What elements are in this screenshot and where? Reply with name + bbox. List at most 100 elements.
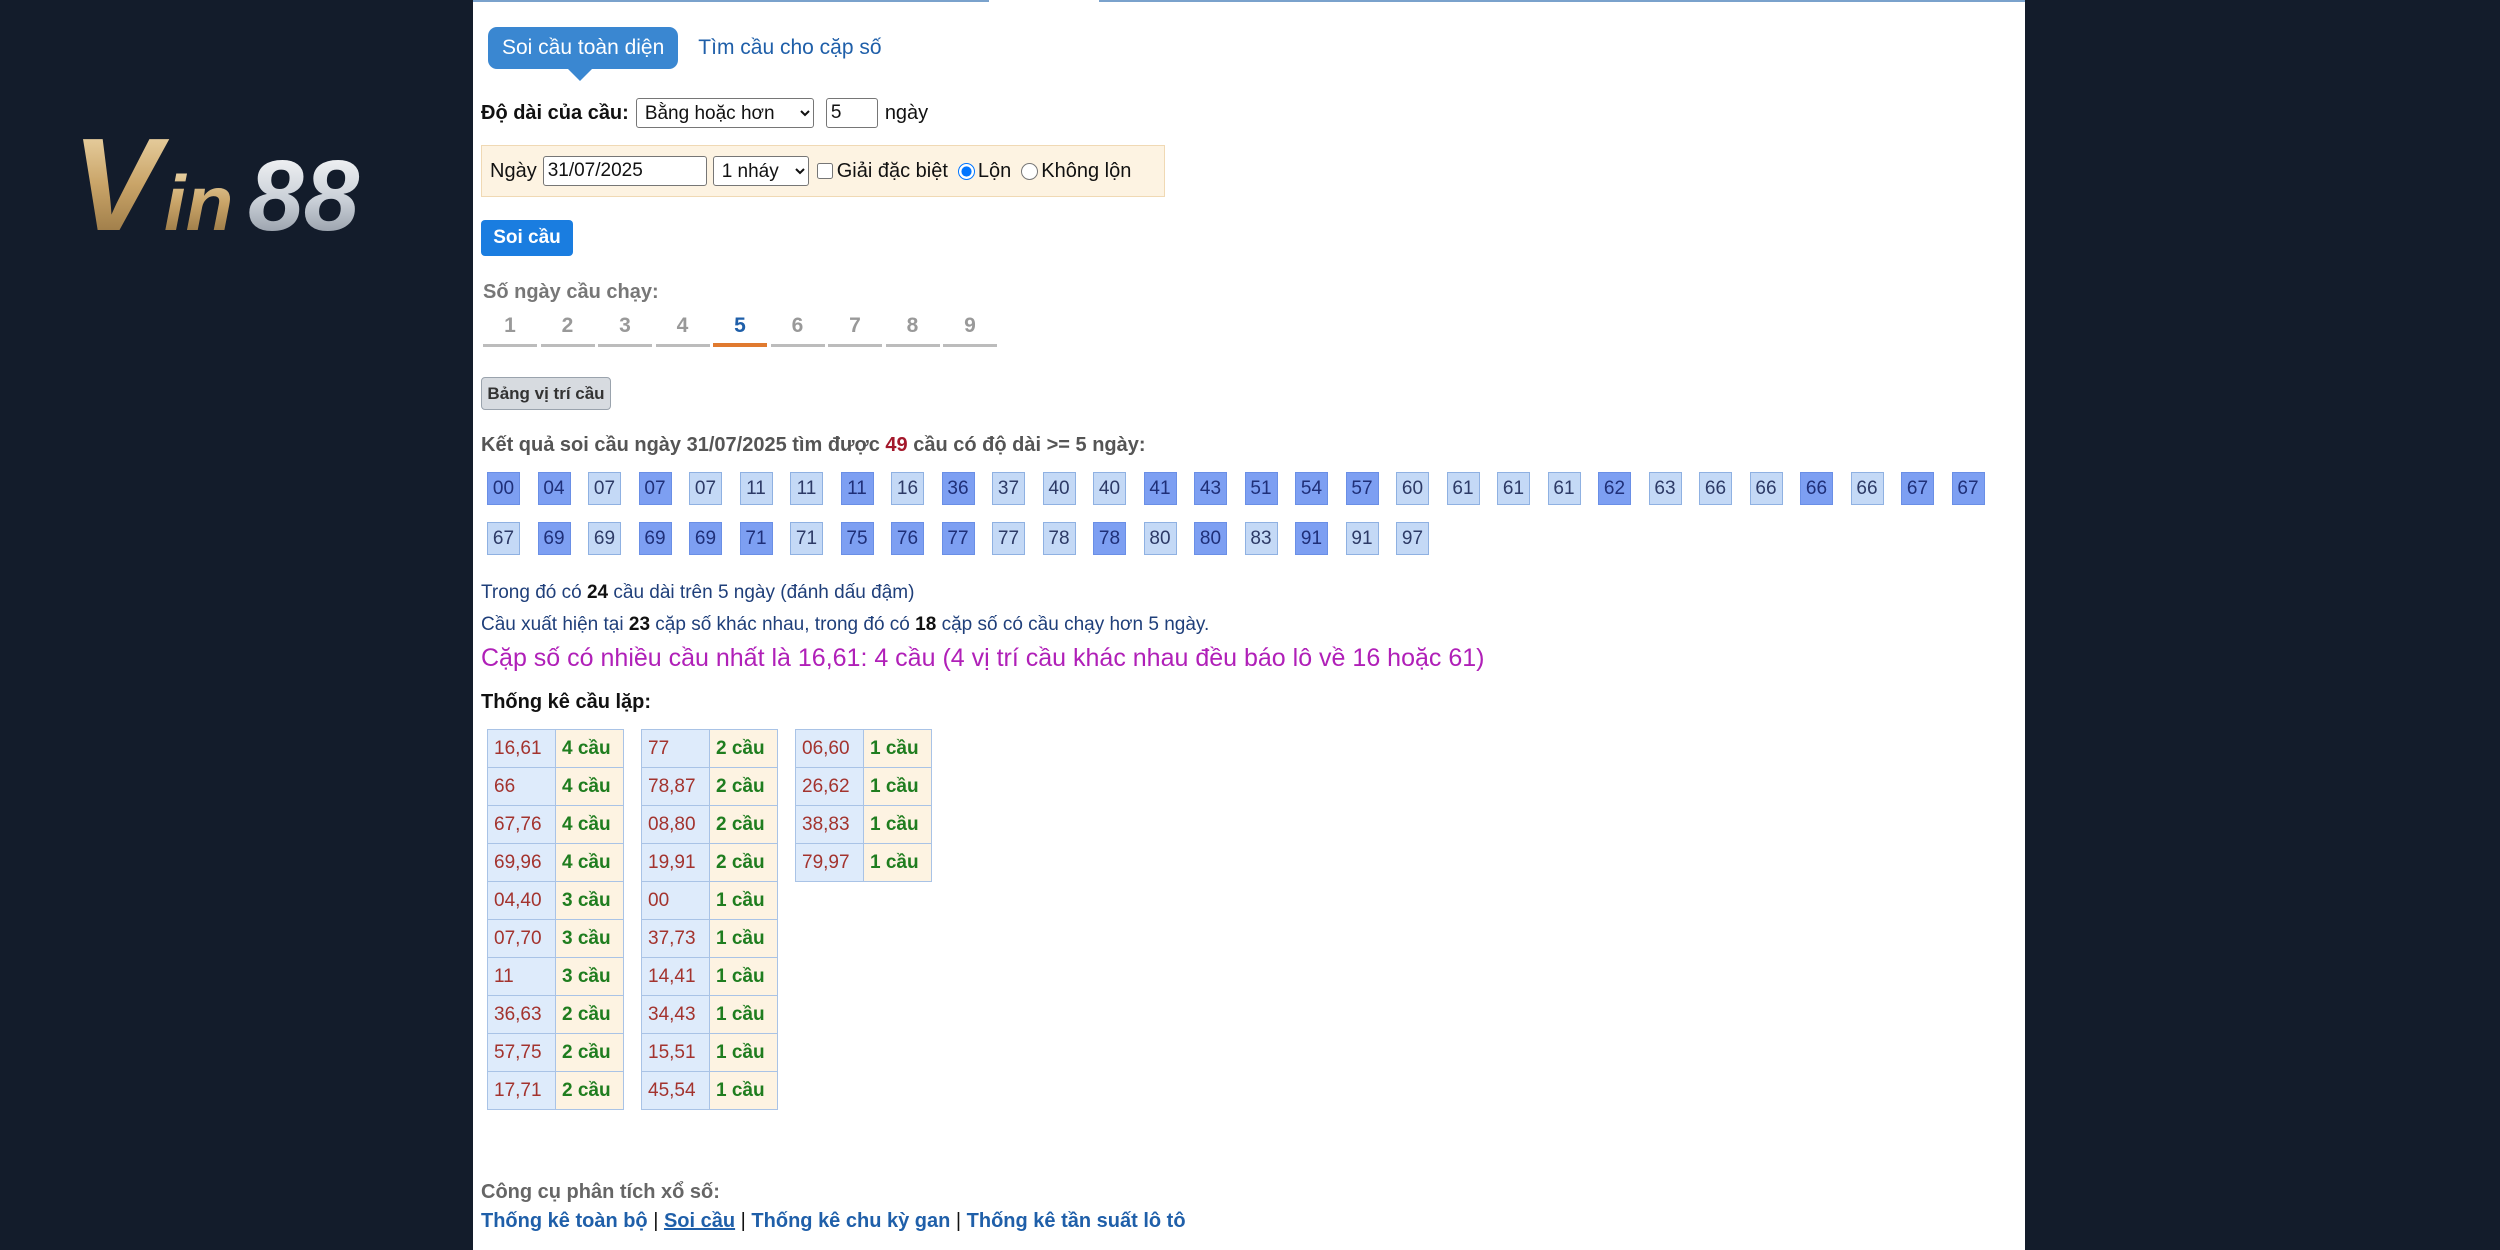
stat-row: 07,70 3 cầu [487,919,624,958]
result-chip[interactable]: 54 [1295,472,1328,505]
link-thong-ke-tan-suat-lo-to[interactable]: Thống kê tần suất lô tô [967,1210,1186,1232]
stat-row: 57,75 2 cầu [487,1033,624,1072]
day-tab[interactable]: 1 [483,314,537,347]
result-chip[interactable]: 16 [891,472,924,505]
result-chip[interactable]: 61 [1497,472,1530,505]
day-tab[interactable]: 5 [713,314,767,347]
result-chip[interactable]: 71 [739,522,773,555]
logo-v-letter: V [72,118,170,248]
special-prize-checkbox[interactable]: Giải đặc biệt [816,159,948,183]
day-tab[interactable]: 2 [540,314,595,347]
result-chip[interactable]: 80 [1143,522,1177,555]
result-chip[interactable]: 71 [790,522,823,555]
result-chip[interactable]: 43 [1194,472,1227,505]
result-chip[interactable]: 75 [840,522,874,555]
tab-soi-cau-toan-dien[interactable]: Soi cầu toàn diện [488,27,679,81]
day-tab[interactable]: 3 [598,314,652,347]
stat-pair: 19,91 [641,843,710,882]
length-select[interactable]: Bằng hoặc hơn [635,98,814,128]
result-chip[interactable]: 37 [992,472,1025,505]
stat-row: 00 1 cầu [641,881,778,920]
special-prize-checkbox-input[interactable] [816,163,833,179]
length-input[interactable] [825,98,878,128]
radio-khong-lon[interactable]: Không lộn [1021,160,1131,183]
result-chip[interactable]: 40 [1042,472,1076,505]
result-chip[interactable]: 67 [487,522,520,555]
result-chip[interactable]: 11 [840,472,874,505]
result-chip[interactable]: 76 [891,522,924,555]
link-soi-cau[interactable]: Soi cầu [664,1210,735,1232]
result-chip[interactable]: 80 [1194,522,1227,555]
stat-pair: 08,80 [641,805,710,844]
day-tab[interactable]: 7 [828,314,882,347]
result-chip[interactable]: 77 [941,522,975,555]
result-chip[interactable]: 60 [1396,472,1429,505]
day-tab[interactable]: 8 [885,314,940,347]
link-thong-ke-toan-bo[interactable]: Thống kê toàn bộ [481,1210,648,1232]
stat-count: 3 cầu [555,881,624,920]
info1-n: 24 [586,582,609,603]
stat-table: 16,61 4 cầu 66 4 cầu 67,76 4 cầu 69,96 4 cầu 04,… [487,729,624,1110]
result-count: 49 [885,434,908,456]
day-tab[interactable]: 9 [943,314,997,347]
result-chip[interactable]: 36 [941,472,975,505]
info1-a: Trong đó có [481,582,582,603]
result-chip[interactable]: 91 [1345,522,1379,555]
radio-khong-lon-input[interactable] [1021,162,1039,180]
result-chip[interactable]: 77 [992,522,1025,555]
result-chip[interactable]: 67 [1951,472,1985,505]
filter-box: Ngày 1 nháy Giải đặc biệt Lộn Không lộn [481,145,1165,197]
result-chip[interactable]: 66 [1699,472,1732,505]
result-chip[interactable]: 69 [537,522,571,555]
length-label: Độ dài của cầu: [481,101,629,124]
result-chip[interactable]: 83 [1244,522,1278,555]
bang-vi-tri-cau-button[interactable]: Bảng vị trí cầu [481,377,611,410]
result-chip[interactable]: 66 [1850,472,1884,505]
stat-pair: 14,41 [641,957,710,996]
result-chip[interactable]: 00 [487,472,520,505]
tab-tim-cau-cho-cap-so[interactable]: Tìm cầu cho cặp số [698,36,881,60]
result-chip[interactable]: 61 [1547,472,1581,505]
result-chip[interactable]: 41 [1143,472,1177,505]
stat-pair: 69,96 [487,843,556,882]
stat-title: Thống kê cầu lặp: [481,691,652,713]
result-chip[interactable]: 97 [1396,522,1429,555]
result-chip[interactable]: 11 [739,472,773,505]
radio-lon[interactable]: Lộn [957,159,1012,183]
nhay-select[interactable]: 1 nháy [712,156,809,186]
day-tab[interactable]: 6 [770,314,825,347]
soi-cau-button[interactable]: Soi cầu [481,220,573,256]
result-chip[interactable]: 51 [1244,472,1278,505]
result-chip[interactable]: 40 [1093,472,1126,505]
result-chip[interactable]: 07 [689,472,722,505]
result-chip[interactable]: 07 [638,472,672,505]
result-chip[interactable]: 69 [689,522,722,555]
radio-lon-label: Lộn [977,159,1012,182]
day-tab[interactable]: 4 [655,314,710,347]
result-chip[interactable]: 57 [1345,472,1379,505]
date-input[interactable] [542,156,707,186]
special-prize-label: Giải đặc biệt [836,159,948,182]
result-chip[interactable]: 69 [638,522,672,555]
result-chip[interactable]: 66 [1749,472,1783,505]
result-chip[interactable]: 07 [588,472,621,505]
result-chip[interactable]: 66 [1800,472,1833,505]
result-chip[interactable]: 69 [588,522,621,555]
stat-pair: 34,43 [641,995,710,1034]
result-chip[interactable]: 61 [1446,472,1480,505]
radio-lon-input[interactable] [957,162,975,180]
result-chip[interactable]: 91 [1295,522,1328,555]
result-chip[interactable]: 04 [537,472,571,505]
link-thong-ke-chu-ky-gan[interactable]: Thống kê chu kỳ gan [751,1210,950,1232]
result-chip[interactable]: 62 [1598,472,1631,505]
result-chip[interactable]: 78 [1093,522,1126,555]
result-chip[interactable]: 11 [790,472,823,505]
stat-table: 06,60 1 cầu 26,62 1 cầu 38,83 1 cầu 79,97 1 cầu [795,729,932,882]
result-chip[interactable]: 78 [1042,522,1076,555]
result-chip[interactable]: 63 [1648,472,1682,505]
result-prefix: Kết quả soi cầu ngày 31/07/2025 tìm được [481,434,880,456]
stat-row: 37,73 1 cầu [641,919,778,958]
stat-row: 15,51 1 cầu [641,1033,778,1072]
result-chip[interactable]: 67 [1901,472,1934,505]
stat-row: 19,91 2 cầu [641,843,778,882]
